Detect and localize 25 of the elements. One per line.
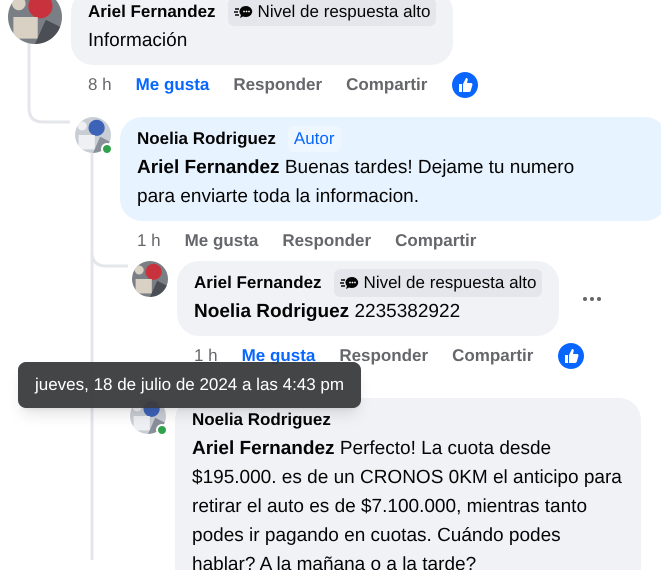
comment-text: Ariel Fernandez Buenas tardes! Dejame tu numero para enviarte toda la informacion. [137,156,576,209]
author-name[interactable]: Ariel Fernandez [88,0,216,25]
speech-bubble-icon [234,5,254,19]
timestamp-link[interactable]: 1 h [137,228,161,254]
comment-text: Ariel Fernandez Perfecto! La cuota desde $195.000. es de un CRONOS 0KM el anticipo para retirar el auto es de $7.100.000, mientras tanto podes ir pagando en cuotas. Cuándo podes hablar? A la mañana o a la tarde? [192,437,623,570]
like-reaction-icon[interactable] [451,71,480,99]
like-link[interactable]: Me gusta [184,228,258,254]
comment-text: Noelia Rodriguez 2235382922 [194,300,462,324]
share-link[interactable]: Compartir [452,343,534,369]
reply-link[interactable]: Responder [282,228,372,254]
author-name[interactable]: Noelia Rodriguez [192,407,331,433]
author-badge: Autor [288,126,340,152]
tooltip: jueves, 18 de julio de 2024 a las 4:43 pm [18,362,362,408]
share-link[interactable]: Compartir [395,228,476,254]
author-name[interactable]: Ariel Fernandez [194,270,322,296]
like-link[interactable]: Me gusta [136,72,210,98]
speech-bubble-icon [340,276,360,290]
reply-link[interactable]: Responder [233,72,322,98]
timestamp-link[interactable]: 8 h [88,72,112,98]
badge-label: Nivel de respuesta alto [258,1,430,24]
author-name[interactable]: Noelia Rodriguez [137,126,276,152]
badge-label: Nivel de respuesta alto [364,272,536,294]
comment-text: Información [88,29,188,53]
like-reaction-icon[interactable] [557,342,586,370]
share-link[interactable]: Compartir [346,72,428,98]
